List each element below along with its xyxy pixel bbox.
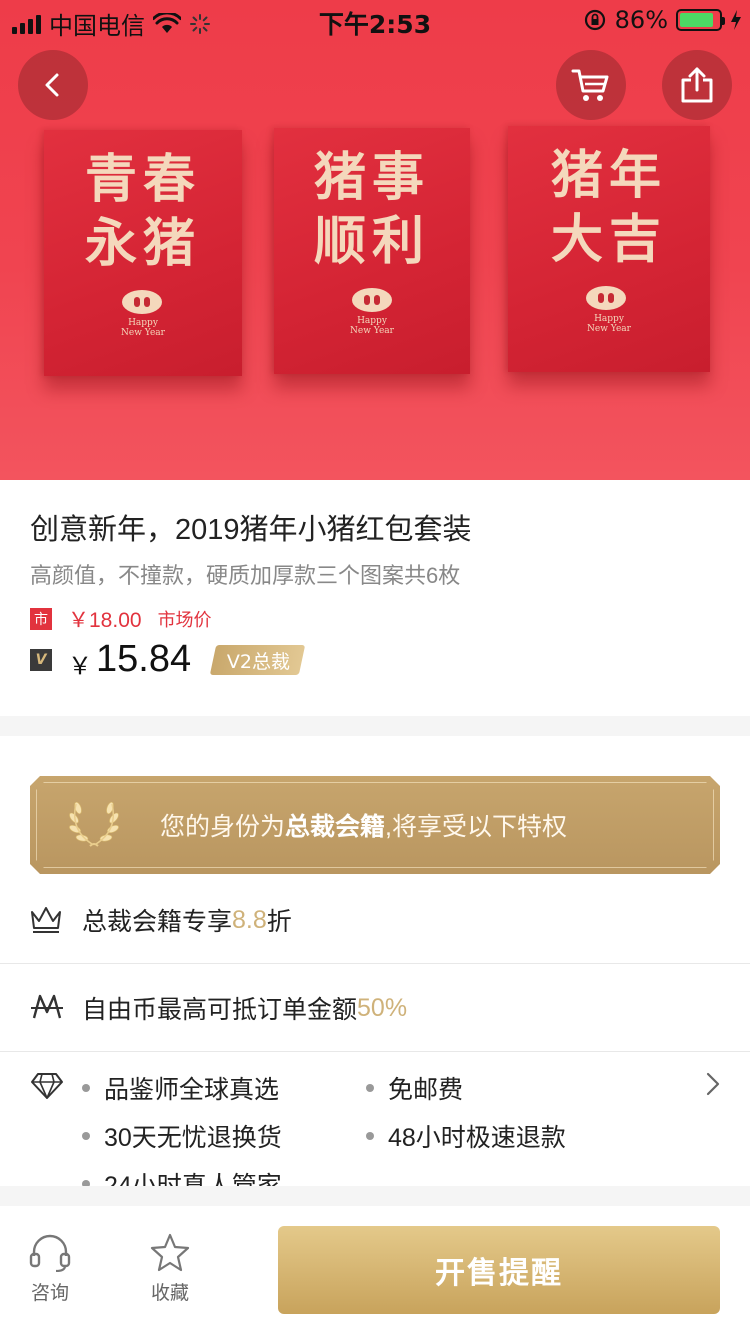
- discount-suffix: 折: [266, 908, 292, 936]
- vip-level-tag-label: V2总裁: [227, 650, 291, 672]
- favorite-button[interactable]: 收藏: [130, 1232, 210, 1305]
- coin-value: 50%: [357, 993, 408, 1022]
- battery-icon: [676, 9, 725, 31]
- benefits-list[interactable]: 品鉴师全球真选 免邮费 30天无忧退换货 48小时极速退款 24小时真人管家: [0, 1052, 750, 1186]
- benefit-item: 30天无忧退换货: [82, 1118, 282, 1154]
- market-price-row: 市 ￥18.00 市场价: [30, 604, 212, 634]
- market-badge: 市: [30, 608, 52, 630]
- vip-badge: V: [30, 648, 52, 671]
- membership-banner-text: 您的身份为 总裁会籍 ,将享受以下特权: [160, 776, 567, 874]
- pig-nose-icon: [586, 286, 626, 310]
- charging-bolt-icon: [731, 10, 741, 30]
- benefit-item: 免邮费: [366, 1070, 463, 1106]
- discount-privilege-row: 总裁会籍专享 8.8 折: [0, 876, 750, 964]
- red-envelope-card-3: 猪年 大吉 Happy New Year: [508, 126, 710, 372]
- consult-button[interactable]: 咨询: [10, 1232, 90, 1305]
- product-hero-image: 中国电信 下午2:53 86% 青春 永猪 Happy New Year 猪事 …: [0, 0, 750, 480]
- product-title: 创意新年，2019猪年小猪红包套装: [30, 514, 472, 546]
- section-divider: [0, 716, 750, 736]
- card-greeting: Happy New Year: [121, 318, 165, 338]
- bottom-action-bar: 咨询 收藏 开售提醒: [0, 1206, 750, 1334]
- membership-banner: 您的身份为 总裁会籍 ,将享受以下特权: [30, 776, 720, 874]
- share-icon: [681, 67, 713, 103]
- crown-icon: [31, 907, 61, 933]
- banner-text-prefix: 您的身份为: [160, 813, 286, 841]
- laurel-wreath-icon: [69, 801, 119, 847]
- market-price: ￥18.00: [68, 609, 142, 632]
- pig-nose-icon: [352, 288, 392, 312]
- coin-prefix: 自由币最高可抵订单金额: [82, 996, 358, 1024]
- back-button[interactable]: [18, 50, 88, 120]
- card-calligraphy: 青春 永猪: [84, 149, 201, 274]
- market-price-label: 市场价: [157, 610, 212, 630]
- vip-price-row: V ￥ 15.84 V2总裁: [30, 638, 306, 681]
- vip-price: 15.84: [96, 638, 192, 680]
- discount-value: 8.8: [232, 905, 267, 934]
- card-greeting: Happy New Year: [587, 314, 631, 334]
- benefit-item: 48小时极速退款: [366, 1118, 566, 1154]
- share-button[interactable]: [662, 50, 732, 120]
- currency-symbol: ￥: [68, 652, 92, 680]
- diamond-icon: [31, 1073, 63, 1099]
- discount-privilege-text: 总裁会籍专享 8.8 折: [82, 876, 292, 964]
- consult-label: 咨询: [30, 1283, 69, 1304]
- coin-m-icon: [31, 994, 63, 1019]
- banner-text-suffix: ,将享受以下特权: [385, 813, 567, 841]
- chevron-right-icon[interactable]: [706, 1072, 720, 1096]
- benefit-item: 品鉴师全球真选: [82, 1070, 279, 1106]
- product-subtitle: 高颜值，不撞款，硬质加厚款三个图案共6枚: [30, 563, 461, 588]
- banner-text-highlight: 总裁会籍: [285, 813, 386, 841]
- status-bar: 中国电信 下午2:53 86%: [0, 0, 750, 40]
- red-envelope-card-1: 青春 永猪 Happy New Year: [44, 130, 242, 376]
- section-divider: [0, 1186, 750, 1206]
- card-greeting: Happy New Year: [350, 316, 394, 336]
- card-calligraphy: 猪事 顺利: [313, 147, 430, 272]
- coin-privilege-row: 自由币最高可抵订单金额 50%: [0, 964, 750, 1052]
- chevron-left-icon: [45, 73, 59, 97]
- sale-reminder-button[interactable]: 开售提醒: [278, 1226, 720, 1314]
- headset-icon: [29, 1234, 71, 1272]
- cart-icon: [571, 69, 609, 101]
- vip-level-tag: V2总裁: [209, 644, 306, 675]
- discount-prefix: 总裁会籍专享: [82, 908, 233, 936]
- star-icon: [150, 1233, 190, 1272]
- red-envelope-card-2: 猪事 顺利 Happy New Year: [274, 128, 470, 374]
- pig-nose-icon: [122, 290, 162, 314]
- status-right: 86%: [583, 6, 742, 34]
- favorite-label: 收藏: [150, 1283, 189, 1304]
- coin-privilege-text: 自由币最高可抵订单金额 50%: [82, 964, 407, 1052]
- battery-percent: 86%: [614, 6, 668, 34]
- card-calligraphy: 猪年 大吉: [550, 145, 667, 270]
- cart-button[interactable]: [556, 50, 626, 120]
- rotation-lock-icon: [584, 9, 605, 31]
- benefit-item: 24小时真人管家: [82, 1166, 282, 1186]
- battery-level-fill: [680, 13, 713, 27]
